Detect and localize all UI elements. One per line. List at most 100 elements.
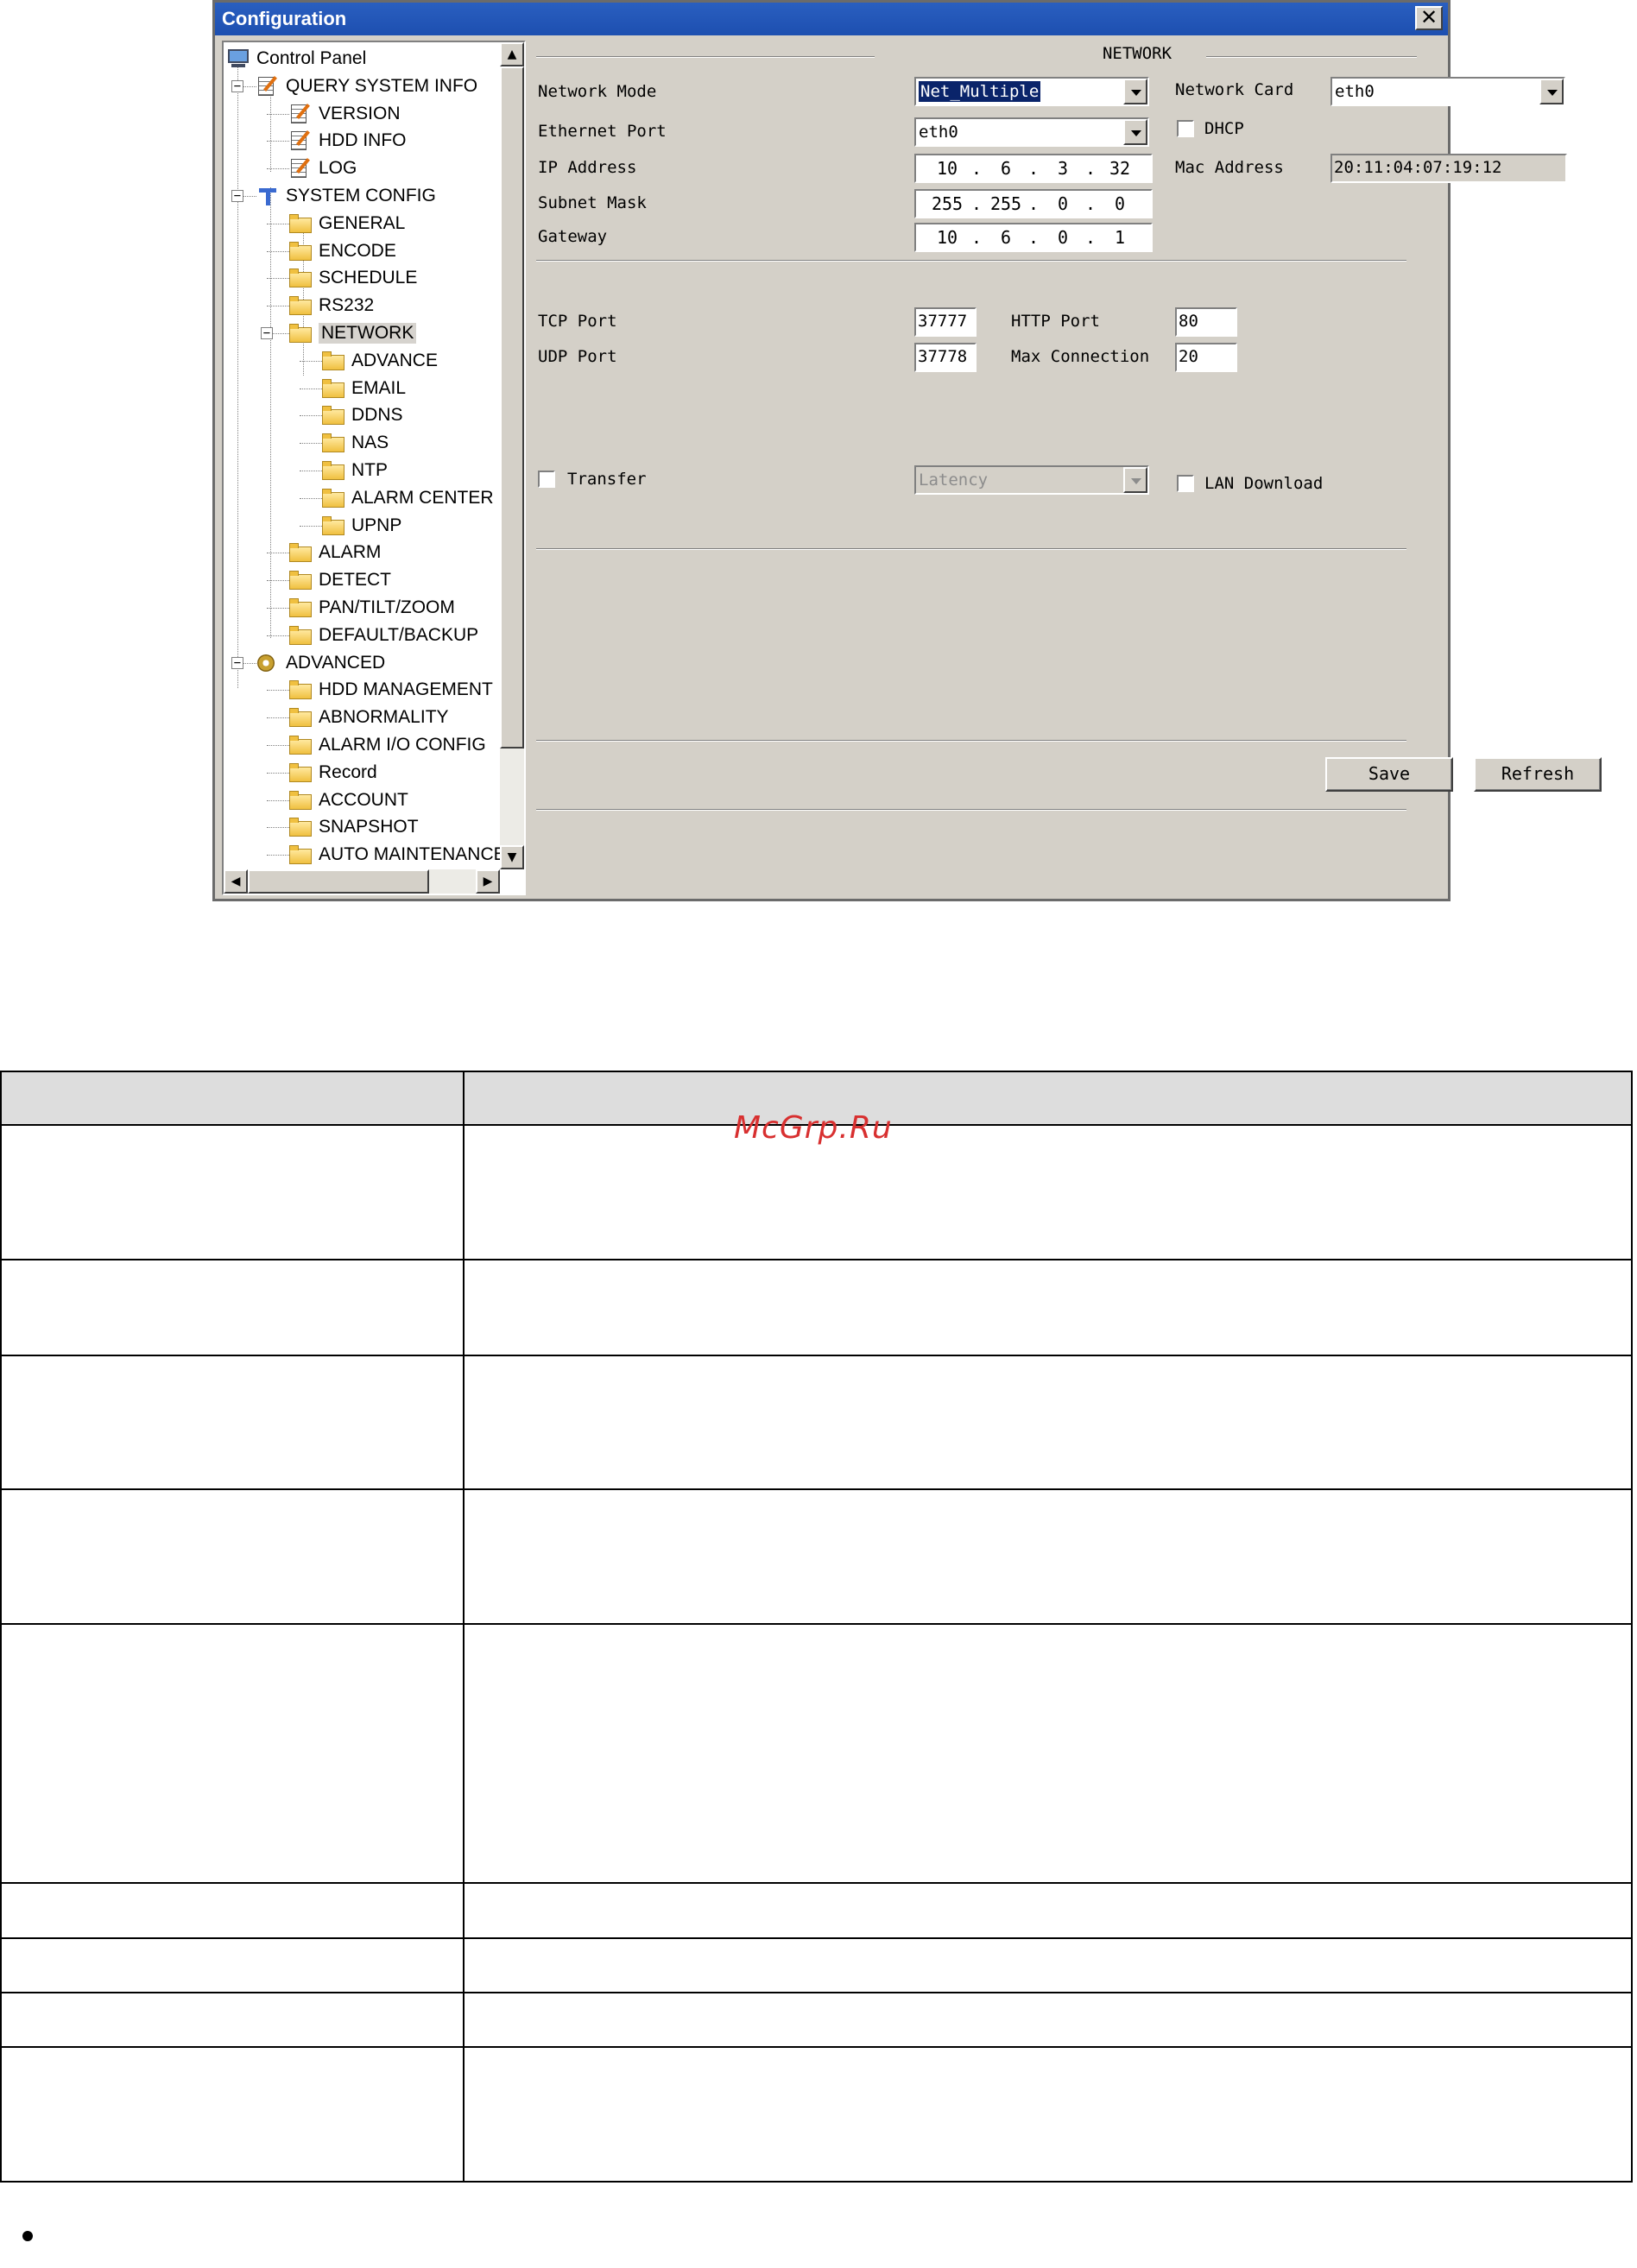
http-port-input[interactable]: 80 [1175, 307, 1237, 337]
folder-icon [289, 845, 312, 865]
chevron-down-icon[interactable] [1123, 467, 1147, 493]
collapse-toggle-icon[interactable]: − [261, 327, 273, 339]
gateway-field[interactable]: 10 . 6 . 0 . 1 [914, 223, 1153, 252]
scroll-down-icon[interactable]: ▼ [500, 845, 524, 869]
subnet-mask-field[interactable]: 255 . 255 . 0 . 0 [914, 189, 1153, 218]
tree-item-advanced[interactable]: ADVANCED [256, 650, 385, 676]
table-row [0, 2046, 1633, 2183]
tree-item-label: ALARM CENTER [351, 487, 494, 508]
folder-icon [322, 515, 344, 535]
tree-item-version[interactable]: VERSION [289, 101, 401, 127]
tree-item-label: RS232 [319, 295, 375, 316]
tree-item-pan-tilt-zoom[interactable]: PAN/TILT/ZOOM [289, 595, 455, 621]
mask-octet-1[interactable]: 255 [928, 193, 966, 214]
table-row [0, 1882, 1633, 1939]
ip-octet-1[interactable]: 10 [928, 158, 966, 179]
table-cell [0, 2046, 465, 2183]
network-mode-select[interactable]: Net_Multiple [914, 77, 1149, 106]
tree-item-default-backup[interactable]: DEFAULT/BACKUP [289, 622, 478, 648]
table-cell [463, 1882, 1633, 1939]
tree-item-snapshot[interactable]: SNAPSHOT [289, 814, 419, 840]
network-card-value: eth0 [1335, 82, 1375, 101]
tree-item-query-system-info[interactable]: QUERY SYSTEM INFO [256, 73, 477, 99]
gateway-octet-4[interactable]: 1 [1101, 227, 1139, 248]
ip-dot: . [1028, 227, 1040, 248]
tree-item-hdd-management[interactable]: HDD MANAGEMENT [289, 677, 493, 703]
tree-vertical-scrollbar[interactable]: ▲ ▼ [500, 42, 524, 869]
collapse-toggle-icon[interactable]: − [231, 190, 243, 202]
tree-item-encode[interactable]: ENCODE [289, 238, 396, 264]
mask-octet-4[interactable]: 0 [1101, 193, 1139, 214]
network-settings-panel: NETWORK Network Mode Net_Multiple Networ… [533, 41, 1602, 895]
ip-octet-3[interactable]: 3 [1044, 158, 1082, 179]
tree-item-label: ACCOUNT [319, 789, 408, 810]
chevron-down-icon[interactable] [1123, 119, 1147, 145]
tree-item-control-panel[interactable]: Control Panel [227, 46, 366, 72]
refresh-button[interactable]: Refresh [1474, 757, 1602, 792]
transfer-mode-select[interactable]: Latency [914, 465, 1149, 495]
tcp-port-input[interactable]: 37777 [914, 307, 977, 337]
tree-item-system-config[interactable]: SYSTEM CONFIG [256, 183, 436, 209]
tree-item-alarm[interactable]: ALARM [289, 540, 381, 565]
save-button[interactable]: Save [1325, 757, 1453, 792]
title-bar[interactable]: Configuration ✕ [215, 3, 1448, 35]
udp-port-input[interactable]: 37778 [914, 343, 977, 372]
tree-connector [300, 415, 322, 417]
network-card-select[interactable]: eth0 [1330, 77, 1565, 106]
scroll-thumb[interactable] [248, 869, 429, 894]
gateway-octet-2[interactable]: 6 [987, 227, 1025, 248]
tree-horizontal-scrollbar[interactable]: ◀ ▶ [224, 869, 500, 894]
tree-item-ntp[interactable]: NTP [322, 458, 388, 483]
lan-download-checkbox[interactable] [1177, 475, 1194, 492]
tree-item-label: PAN/TILT/ZOOM [319, 597, 455, 617]
scroll-thumb[interactable] [500, 66, 524, 749]
table-row [0, 1355, 1633, 1490]
dhcp-checkbox[interactable] [1177, 120, 1194, 137]
tree-item-ddns[interactable]: DDNS [322, 402, 403, 428]
tree-item-schedule[interactable]: SCHEDULE [289, 265, 417, 291]
close-button[interactable]: ✕ [1415, 6, 1443, 30]
mask-octet-3[interactable]: 0 [1044, 193, 1082, 214]
tree-item-nas[interactable]: NAS [322, 430, 389, 456]
scroll-left-icon[interactable]: ◀ [224, 869, 248, 894]
gateway-octet-1[interactable]: 10 [928, 227, 966, 248]
ip-address-field[interactable]: 10 . 6 . 3 . 32 [914, 154, 1153, 183]
tree-item-hdd-info[interactable]: HDD INFO [289, 128, 407, 154]
tree-item-email[interactable]: EMAIL [322, 376, 406, 401]
tree-item-auto-maintenance[interactable]: AUTO MAINTENANCE [289, 842, 506, 868]
tree-item-account[interactable]: ACCOUNT [289, 787, 408, 813]
tree-item-upnp[interactable]: UPNP [322, 513, 401, 539]
max-connection-input[interactable]: 20 [1175, 343, 1237, 372]
ip-octet-2[interactable]: 6 [987, 158, 1025, 179]
tree-item-network[interactable]: NETWORK [289, 320, 417, 346]
tree-item-alarm-i-o-config[interactable]: ALARM I/O CONFIG [289, 732, 486, 758]
tree-item-label: ALARM I/O CONFIG [319, 735, 486, 755]
tree-item-label: SYSTEM CONFIG [286, 186, 436, 205]
tree-item-log[interactable]: LOG [289, 155, 357, 181]
tree-item-detect[interactable]: DETECT [289, 567, 391, 593]
mask-octet-2[interactable]: 255 [987, 193, 1025, 214]
scroll-up-icon[interactable]: ▲ [500, 42, 524, 66]
tree-item-label: ALARM [319, 542, 382, 563]
tree-item-alarm-center[interactable]: ALARM CENTER [322, 485, 494, 511]
tree-item-general[interactable]: GENERAL [289, 211, 405, 237]
table-cell [0, 1937, 465, 1993]
transfer-checkbox[interactable] [538, 471, 555, 488]
tree-item-record[interactable]: Record [289, 760, 377, 786]
tree-item-advance[interactable]: ADVANCE [322, 348, 438, 374]
collapse-toggle-icon[interactable]: − [231, 79, 243, 92]
collapse-toggle-icon[interactable]: − [231, 656, 243, 669]
tree-item-label: DEFAULT/BACKUP [319, 624, 479, 645]
ip-dot: . [1085, 158, 1097, 179]
ethernet-port-select[interactable]: eth0 [914, 117, 1149, 147]
chevron-down-icon[interactable] [1123, 79, 1147, 104]
tree-item-rs232[interactable]: RS232 [289, 293, 374, 319]
tree-item-abnormality[interactable]: ABNORMALITY [289, 704, 449, 730]
ip-octet-4[interactable]: 32 [1101, 158, 1139, 179]
gateway-octet-3[interactable]: 0 [1044, 227, 1082, 248]
scroll-right-icon[interactable]: ▶ [476, 869, 500, 894]
folder-icon [289, 296, 312, 316]
tree-item-label: Record [319, 761, 377, 782]
table-cell [463, 1992, 1633, 2048]
chevron-down-icon[interactable] [1539, 79, 1564, 104]
